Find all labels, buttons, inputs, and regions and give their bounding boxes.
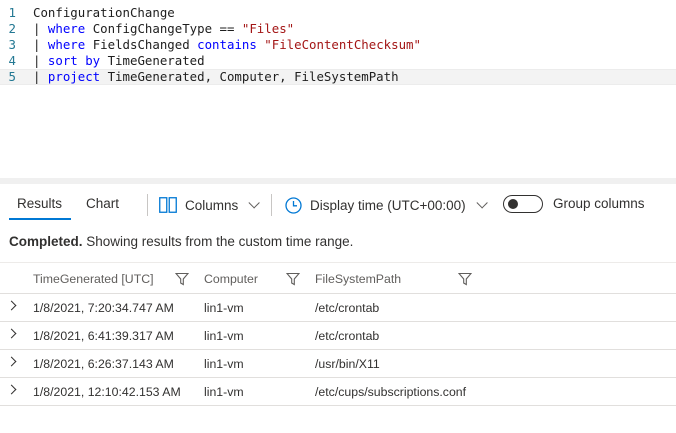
toolbar-divider xyxy=(271,194,272,216)
cell-computer: lin1-vm xyxy=(204,329,244,343)
toggle-knob xyxy=(508,199,518,209)
cell-computer: lin1-vm xyxy=(204,357,244,371)
code-token-op: TimeGenerated, Computer, FileSystemPath xyxy=(100,69,399,84)
code-token-kw: project xyxy=(47,69,101,84)
code-line[interactable]: 4 | sort by TimeGenerated xyxy=(0,53,676,69)
code-token-pipe: | xyxy=(33,37,48,52)
cell-filesystempath: /etc/crontab xyxy=(315,329,380,343)
filter-icon[interactable] xyxy=(286,272,300,286)
grid-header: TimeGenerated [UTC] Computer FileSystemP… xyxy=(0,262,676,294)
code-line[interactable]: 2 | where ConfigChangeType == "Files" xyxy=(0,21,676,37)
clock-icon xyxy=(285,196,302,214)
code-token-kw: contains xyxy=(197,37,257,52)
display-time-label: Display time (UTC+00:00) xyxy=(310,197,466,213)
status-bold: Completed. xyxy=(9,234,83,249)
columns-icon xyxy=(159,197,177,213)
toolbar-divider xyxy=(147,194,148,216)
code-line[interactable]: 3 | where FieldsChanged contains "FileCon… xyxy=(0,37,676,53)
code-text: | where FieldsChanged contains "FileCont… xyxy=(33,37,421,53)
display-time-button[interactable]: Display time (UTC+00:00) xyxy=(285,195,488,215)
table-row[interactable]: 1/8/2021, 6:41:39.317 AM lin1-vm /etc/cr… xyxy=(0,322,676,350)
cell-timegenerated: 1/8/2021, 7:20:34.747 AM xyxy=(33,301,174,315)
code-text: | sort by TimeGenerated xyxy=(33,53,205,69)
column-header-filesystempath[interactable]: FileSystemPath xyxy=(315,272,401,286)
code-token-op: TimeGenerated xyxy=(100,53,205,68)
query-editor[interactable]: 1 ConfigurationChange 2 | where ConfigChang… xyxy=(0,0,676,180)
active-tab-indicator xyxy=(9,218,71,220)
table-row[interactable]: 1/8/2021, 7:20:34.747 AM lin1-vm /etc/cr… xyxy=(0,294,676,322)
chevron-down-icon xyxy=(248,197,261,209)
filter-icon[interactable] xyxy=(458,272,472,286)
cell-computer: lin1-vm xyxy=(204,301,244,315)
cell-computer: lin1-vm xyxy=(204,385,244,399)
tab-chart[interactable]: Chart xyxy=(86,196,119,211)
cell-filesystempath: /etc/crontab xyxy=(315,301,380,315)
line-number: 5 xyxy=(8,69,16,84)
line-number: 2 xyxy=(8,21,16,36)
chevron-right-icon[interactable] xyxy=(6,384,17,395)
code-token-op: FieldsChanged xyxy=(85,37,198,52)
status-text: Showing results from the custom time ran… xyxy=(82,234,354,249)
cell-timegenerated: 1/8/2021, 6:41:39.317 AM xyxy=(33,329,174,343)
code-token-kw: where xyxy=(47,21,86,36)
cell-filesystempath: /etc/cups/subscriptions.conf xyxy=(315,385,467,399)
code-token-kw: where xyxy=(47,37,86,52)
code-token-str: "Files" xyxy=(241,21,295,36)
cell-timegenerated: 1/8/2021, 6:26:37.143 AM xyxy=(33,357,174,371)
table-row[interactable]: 1/8/2021, 12:10:42.153 AM lin1-vm /etc/c… xyxy=(0,378,676,406)
code-line[interactable]: 1 ConfigurationChange xyxy=(0,5,676,21)
code-token-str: "FileContentChecksum" xyxy=(264,37,421,52)
code-token-pipe: | xyxy=(33,53,48,68)
chevron-down-icon xyxy=(476,197,488,209)
line-number: 1 xyxy=(8,5,16,20)
chevron-right-icon[interactable] xyxy=(6,300,17,311)
group-columns-toggle[interactable] xyxy=(503,195,543,213)
code-token-ident: ConfigurationChange xyxy=(33,5,175,20)
filter-icon[interactable] xyxy=(175,272,189,286)
columns-button[interactable]: Columns xyxy=(159,195,261,215)
code-token-pipe: | xyxy=(33,21,48,36)
chevron-right-icon[interactable] xyxy=(6,328,17,339)
columns-label: Columns xyxy=(185,197,239,213)
tab-results[interactable]: Results xyxy=(17,196,62,211)
line-number: 3 xyxy=(8,37,16,52)
cell-filesystempath: /usr/bin/X11 xyxy=(315,357,380,371)
line-number: 4 xyxy=(8,53,16,68)
code-text: | where ConfigChangeType == "Files" xyxy=(33,21,294,37)
column-header-computer[interactable]: Computer xyxy=(204,272,258,286)
column-header-timegenerated[interactable]: TimeGenerated [UTC] xyxy=(33,272,154,286)
code-text: ConfigurationChange xyxy=(33,5,175,21)
cell-timegenerated: 1/8/2021, 12:10:42.153 AM xyxy=(33,385,181,399)
code-text: | project TimeGenerated, Computer, FileS… xyxy=(33,70,399,84)
query-status: Completed. Showing results from the cust… xyxy=(9,234,353,249)
code-token-pipe: | xyxy=(33,69,48,84)
code-token-op: ConfigChangeType == xyxy=(85,21,242,36)
table-row[interactable]: 1/8/2021, 6:26:37.143 AM lin1-vm /usr/bi… xyxy=(0,350,676,378)
code-line[interactable]: 5 | project TimeGenerated, Computer, File… xyxy=(0,69,676,85)
group-columns-label: Group columns xyxy=(553,196,645,211)
code-token-kw: sort by xyxy=(47,53,101,68)
chevron-right-icon[interactable] xyxy=(6,356,17,367)
